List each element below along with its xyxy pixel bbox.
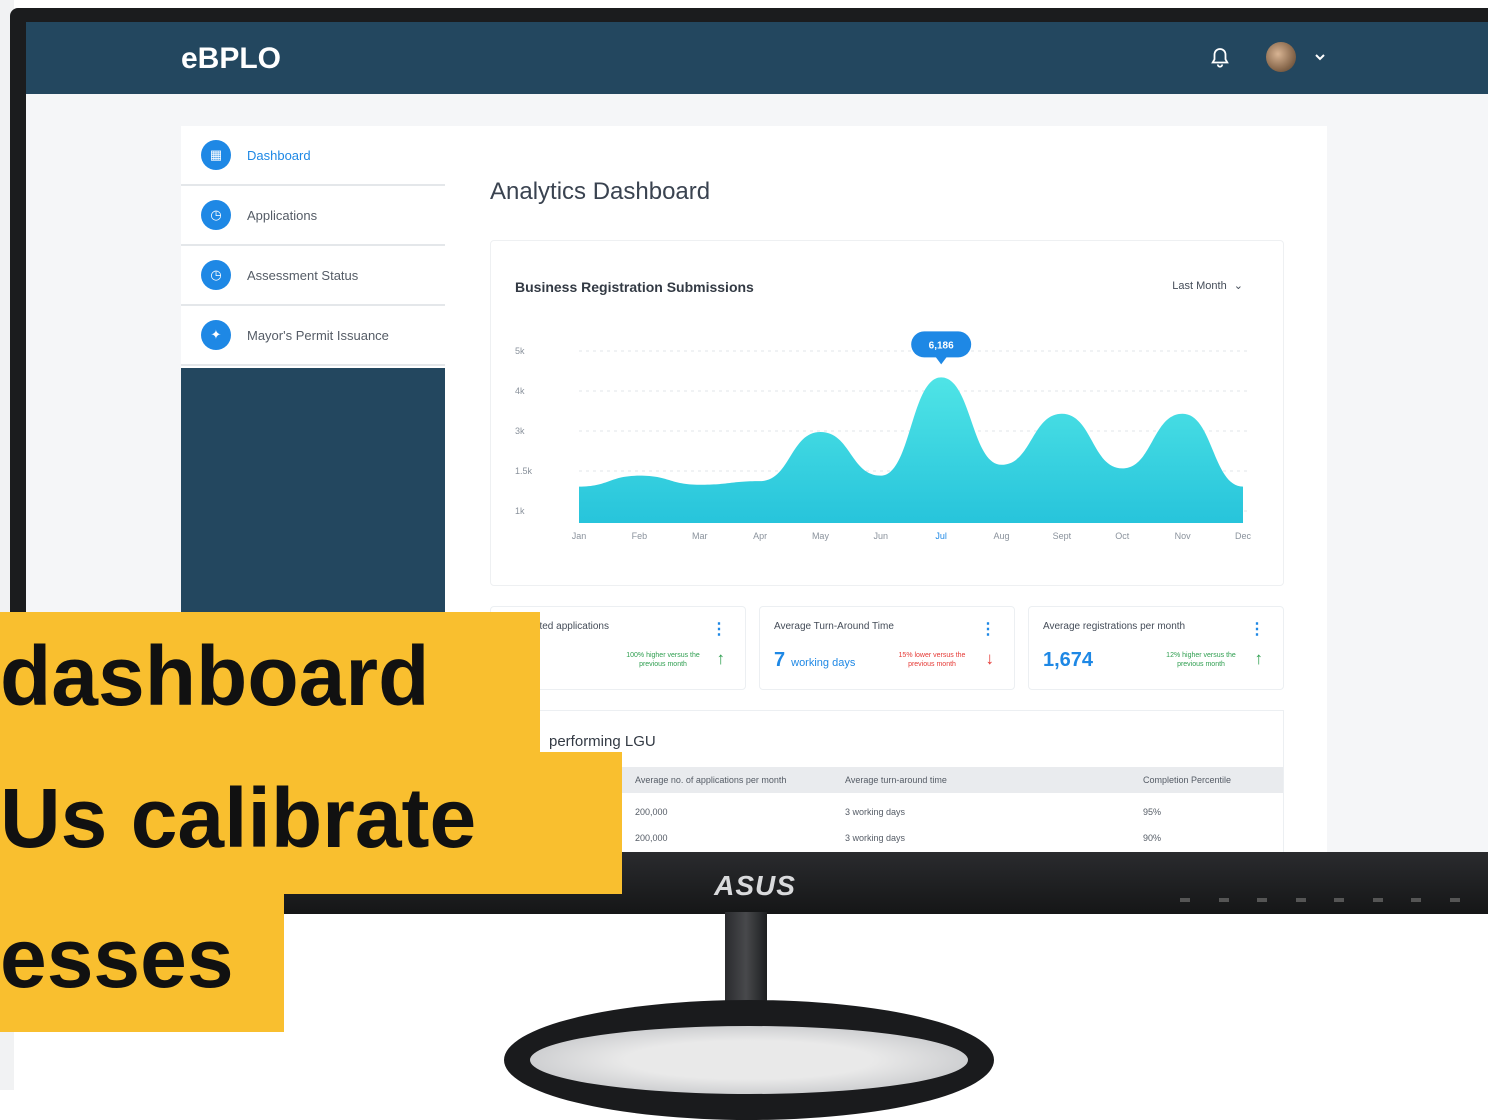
x-tick-label: Feb [632,531,648,541]
x-tick-label: Dec [1235,531,1252,541]
table-cell: 95% [1143,807,1162,817]
column-header: Average no. of applications per month [635,775,787,785]
stat-title: Average Turn-Around Time [774,621,894,632]
more-vertical-icon[interactable]: ⋮ [980,619,996,639]
page-title: Analytics Dashboard [490,178,711,205]
table-cell: 3 working days [845,807,906,817]
tooltip-label: 6,186 [929,340,954,351]
caption-text: esses [0,911,234,1005]
stat-card-registrations: Average registrations per month ⋮ 1,674 … [1028,606,1284,690]
avatar[interactable] [1266,42,1296,72]
y-tick-label: 5k [515,346,525,356]
monitor-buttons [1180,893,1460,907]
sidebar-item-label: Assessment Status [247,267,359,283]
more-vertical-icon[interactable]: ⋮ [711,619,727,639]
chevron-down-icon[interactable] [1312,49,1328,65]
stat-note: 12% higher versus the previous month [1166,652,1236,668]
stat-value: 1,674 [1043,649,1099,672]
submissions-area-chart: 1k 1.5k 3k 4k 5k Jan Feb Mar Apr May Jun Jul Aug Sept… [515,331,1252,541]
chart-card: Business Registration Submissions Last M… [490,240,1284,586]
column-header: Completion Percentile [1143,775,1232,785]
x-tick-label: Jan [572,531,587,541]
tooltip-pointer [935,356,948,365]
x-tick-label: Jul [935,531,947,541]
star-icon: ✦ [201,320,231,350]
stat-card-turnaround: Average Turn-Around Time ⋮ 7 working days… [759,606,1015,690]
clock-icon: ◷ [201,200,231,230]
sidebar-item-label: Dashboard [247,147,311,163]
caption-text: Us calibrate [0,771,477,865]
y-tick-label: 3k [515,426,525,436]
stat-title: Average registrations per month [1043,621,1186,632]
grid-icon: ▦ [201,140,231,170]
bell-icon[interactable] [1208,46,1232,70]
x-tick-label: Oct [1115,531,1130,541]
sidebar-item-applications[interactable]: ◷ Applications [181,186,445,246]
x-tick-label: Aug [994,531,1010,541]
monitor-stand-base [504,1000,994,1120]
table-cell: 3 working days [845,833,906,843]
table-cell: 200,000 [635,833,668,843]
column-header: Average turn-around time [845,775,947,785]
table-cell: 200,000 [635,807,668,817]
sidebar-item-assessment-status[interactable]: ◷ Assessment Status [181,246,445,306]
more-vertical-icon[interactable]: ⋮ [1249,619,1265,639]
y-tick-label: 1.5k [515,466,533,476]
x-tick-label: Apr [753,531,767,541]
arrow-up-icon: ↑ [1254,649,1264,668]
table-title: performing LGU [549,733,656,750]
stat-value: 7 working days [774,649,855,672]
stat-note: 15% lower versus the previous month [898,652,966,668]
overlay-caption-line-2: Us calibrate [0,752,622,894]
area-series [579,377,1243,523]
stat-unit: working days [791,657,856,669]
stat-value-number: 7 [774,649,786,671]
sidebar: ▦ Dashboard ◷ Applications ◷ Assessment … [181,126,445,366]
stat-note: 100% higher versus the previous month [626,652,700,668]
x-tick-label: May [812,531,830,541]
y-tick-label: 1k [515,506,525,516]
caption-text: dashboard [0,629,430,723]
sidebar-item-label: Applications [247,207,318,223]
top-navbar: eBPLO [26,22,1488,94]
sidebar-item-dashboard[interactable]: ▦ Dashboard [181,126,445,186]
sidebar-item-mayors-permit[interactable]: ✦ Mayor's Permit Issuance [181,306,445,366]
x-tick-label: Sept [1053,531,1072,541]
sidebar-item-label: Mayor's Permit Issuance [247,327,389,343]
stat-value-number: 1,674 [1043,649,1094,671]
x-tick-label: Mar [692,531,708,541]
y-tick-label: 4k [515,386,525,396]
app-title[interactable]: eBPLO [181,42,281,76]
x-tick-label: Jun [874,531,889,541]
clock-icon: ◷ [201,260,231,290]
overlay-caption-line-3: esses [0,894,284,1032]
arrow-down-icon: ↓ [985,649,995,668]
x-tick-label: Nov [1175,531,1192,541]
arrow-up-icon: ↑ [716,649,726,668]
overlay-caption-line-1: dashboard [0,612,540,752]
table-cell: 90% [1143,833,1162,843]
monitor-brand-logo: ASUS [714,870,796,901]
